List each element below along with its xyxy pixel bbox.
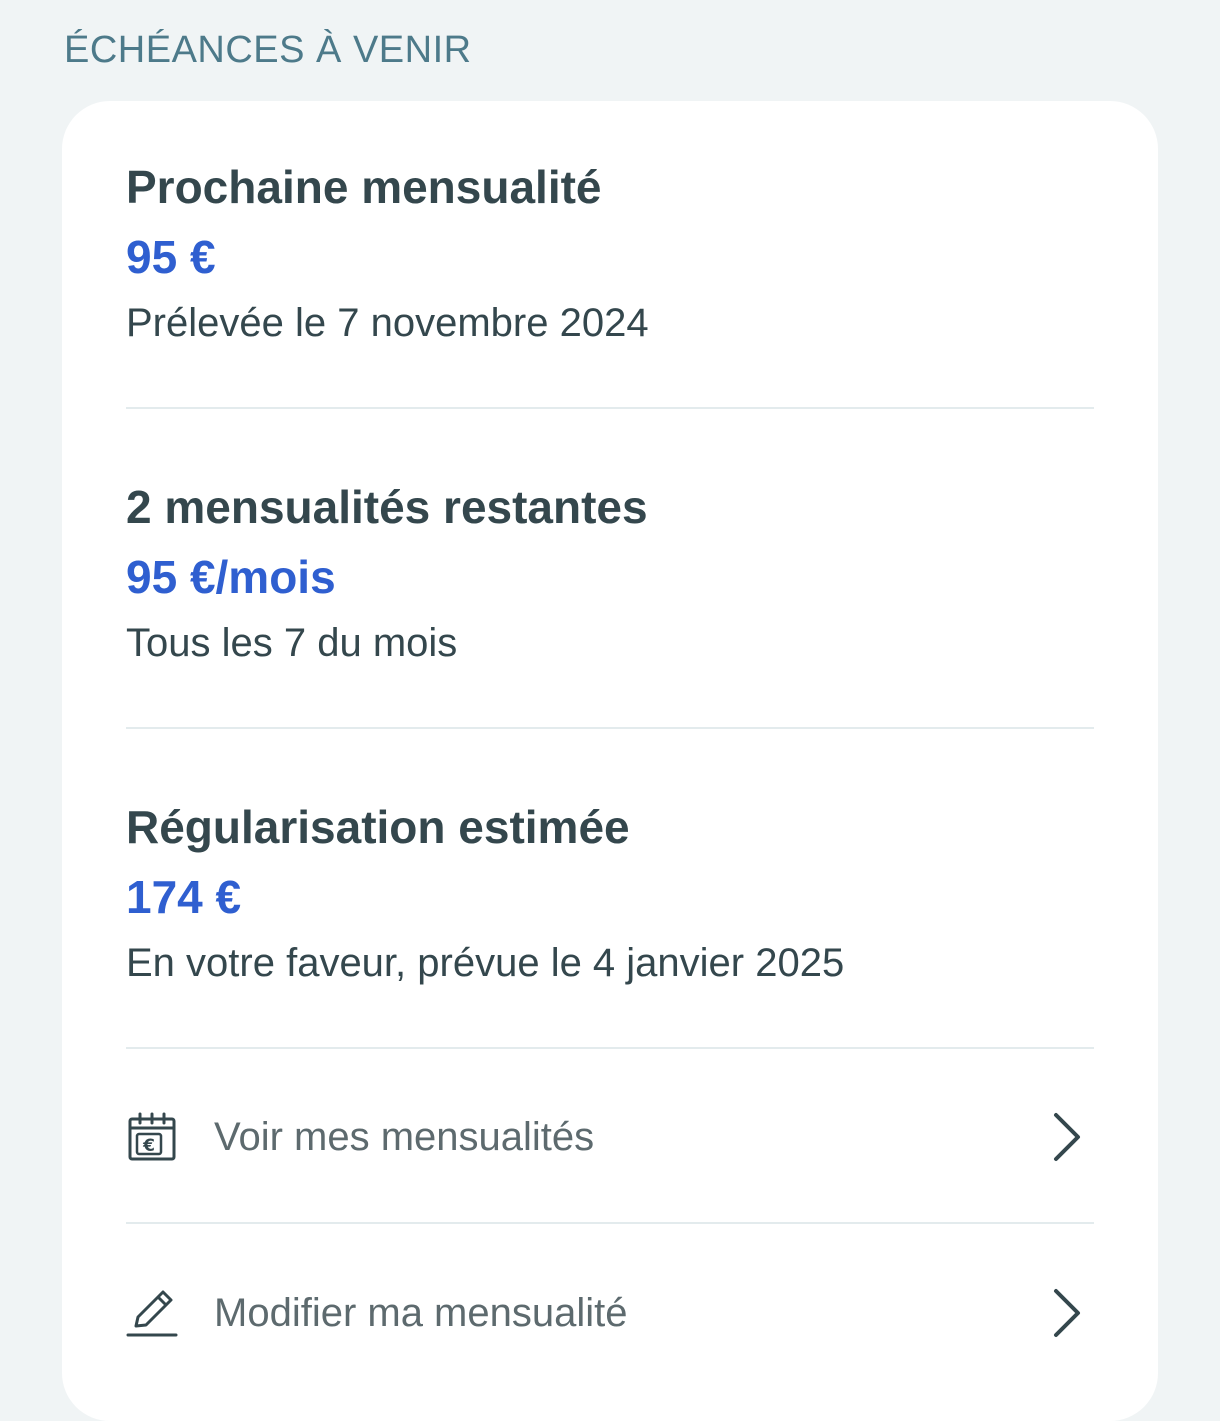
calendar-euro-icon: € xyxy=(126,1111,178,1163)
edit-payment-label: Modifier ma mensualité xyxy=(214,1291,628,1335)
regularisation-title: Régularisation estimée xyxy=(126,801,630,853)
section-title: ÉCHÉANCES À VENIR xyxy=(64,29,472,71)
regularisation-note: En votre faveur, prévue le 4 janvier 202… xyxy=(126,941,845,985)
chevron-right-icon xyxy=(1054,1113,1080,1161)
divider xyxy=(126,1222,1094,1224)
remaining-payments-schedule: Tous les 7 du mois xyxy=(126,621,458,665)
remaining-payments-amount: 95 €/mois xyxy=(126,551,336,603)
view-payments-label: Voir mes mensualités xyxy=(214,1115,595,1159)
next-payment-date: Prélevée le 7 novembre 2024 xyxy=(126,301,649,345)
remaining-payments-title: 2 mensualités restantes xyxy=(126,481,648,533)
regularisation-amount: 174 € xyxy=(126,871,242,923)
regularisation-block: Régularisation estimée 174 € En votre fa… xyxy=(126,799,1094,989)
edit-payment-button[interactable]: Modifier ma mensualité xyxy=(126,1273,1094,1353)
remaining-payments-block: 2 mensualités restantes 95 €/mois Tous l… xyxy=(126,479,1094,669)
svg-text:€: € xyxy=(142,1136,155,1156)
next-payment-amount: 95 € xyxy=(126,231,216,283)
next-payment-block: Prochaine mensualité 95 € Prélevée le 7 … xyxy=(126,159,1094,349)
upcoming-payments-card: Prochaine mensualité 95 € Prélevée le 7 … xyxy=(62,101,1158,1421)
chevron-right-icon xyxy=(1054,1289,1080,1337)
pencil-icon xyxy=(126,1287,178,1339)
view-payments-button[interactable]: € Voir mes mensualités xyxy=(126,1097,1094,1177)
next-payment-title: Prochaine mensualité xyxy=(126,161,602,213)
divider xyxy=(126,727,1094,729)
divider xyxy=(126,407,1094,409)
divider xyxy=(126,1047,1094,1049)
